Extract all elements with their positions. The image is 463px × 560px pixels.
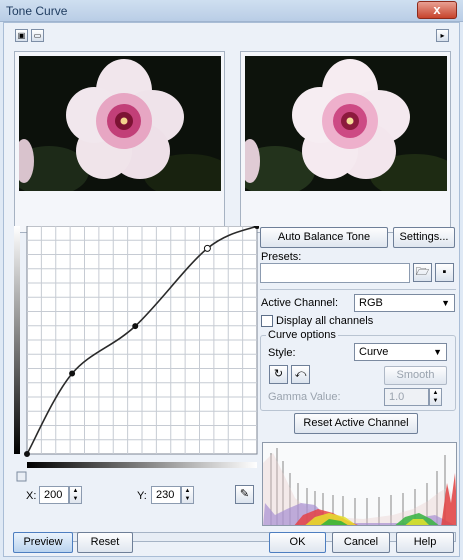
after-preview-pane: [240, 51, 451, 233]
open-folder-icon[interactable]: 🗁: [413, 263, 432, 282]
y-label: Y:: [137, 490, 147, 502]
chevron-down-icon: ▼: [433, 347, 442, 357]
chevron-down-icon: ▼: [441, 298, 450, 308]
active-channel-value: RGB: [359, 297, 383, 309]
curve-style-select[interactable]: Curve ▼: [354, 343, 447, 361]
curve-style-value: Curve: [359, 346, 389, 358]
settings-button[interactable]: Settings...: [393, 227, 455, 248]
x-spinner[interactable]: ▲ ▼: [69, 486, 82, 504]
curve-point[interactable]: [69, 370, 76, 377]
single-view-icon[interactable]: ▭: [31, 29, 44, 42]
active-channel-label: Active Channel:: [261, 297, 339, 309]
flip-curve-icon[interactable]: ⤺: [291, 365, 310, 384]
selected-curve-point[interactable]: [203, 244, 211, 252]
save-icon[interactable]: ▪: [435, 263, 454, 282]
title-bar: Tone Curve x: [0, 0, 463, 22]
tone-curve-editor[interactable]: [14, 223, 260, 484]
gamma-value-label: Gamma Value:: [268, 391, 341, 403]
divider: [260, 289, 456, 290]
cancel-button[interactable]: Cancel: [332, 532, 390, 553]
curve-options-label: Curve options: [266, 329, 338, 341]
auto-balance-tone-button[interactable]: Auto Balance Tone: [260, 227, 388, 248]
input-gradient-bar: [27, 462, 257, 468]
x-value-input[interactable]: 200: [39, 486, 69, 504]
window-title: Tone Curve: [6, 4, 68, 18]
curve-reset-icon[interactable]: [16, 471, 27, 482]
preview-button[interactable]: Preview: [13, 532, 73, 553]
rotate-curve-icon[interactable]: ↻: [269, 365, 288, 384]
x-label: X:: [26, 490, 37, 502]
curve-point[interactable]: [132, 323, 139, 330]
eyedropper-icon[interactable]: ✎: [235, 485, 254, 504]
output-gradient-bar: [14, 226, 20, 454]
reset-button[interactable]: Reset: [77, 532, 133, 553]
histogram: [262, 442, 457, 526]
presets-field[interactable]: [260, 263, 410, 283]
ok-button[interactable]: OK: [269, 532, 326, 553]
tone-curve-dialog: ▣ ▭ ▸ Auto Balance Tone Settings... Pres…: [3, 22, 460, 557]
close-button[interactable]: x: [417, 1, 457, 19]
gamma-spinner[interactable]: ▲ ▼: [429, 388, 442, 406]
display-all-channels-label: Display all channels: [276, 315, 374, 327]
presets-label: Presets:: [261, 251, 302, 263]
help-button[interactable]: Help: [396, 532, 454, 553]
expand-icon[interactable]: ▸: [436, 29, 449, 42]
split-view-icon[interactable]: ▣: [15, 29, 28, 42]
y-spinner[interactable]: ▲ ▼: [181, 486, 194, 504]
curve-point[interactable]: [254, 223, 260, 229]
smooth-button[interactable]: Smooth: [384, 366, 447, 385]
curve-point[interactable]: [24, 451, 30, 457]
gamma-value-input[interactable]: 1.0: [384, 388, 429, 406]
before-photo: [19, 56, 221, 191]
y-value-input[interactable]: 230: [151, 486, 181, 504]
after-photo: [245, 56, 447, 191]
active-channel-select[interactable]: RGB ▼: [354, 294, 455, 312]
style-label: Style:: [268, 347, 296, 359]
display-all-channels-checkbox[interactable]: [261, 315, 273, 327]
before-preview-pane: [14, 51, 225, 233]
reset-active-channel-button[interactable]: Reset Active Channel: [294, 413, 418, 434]
